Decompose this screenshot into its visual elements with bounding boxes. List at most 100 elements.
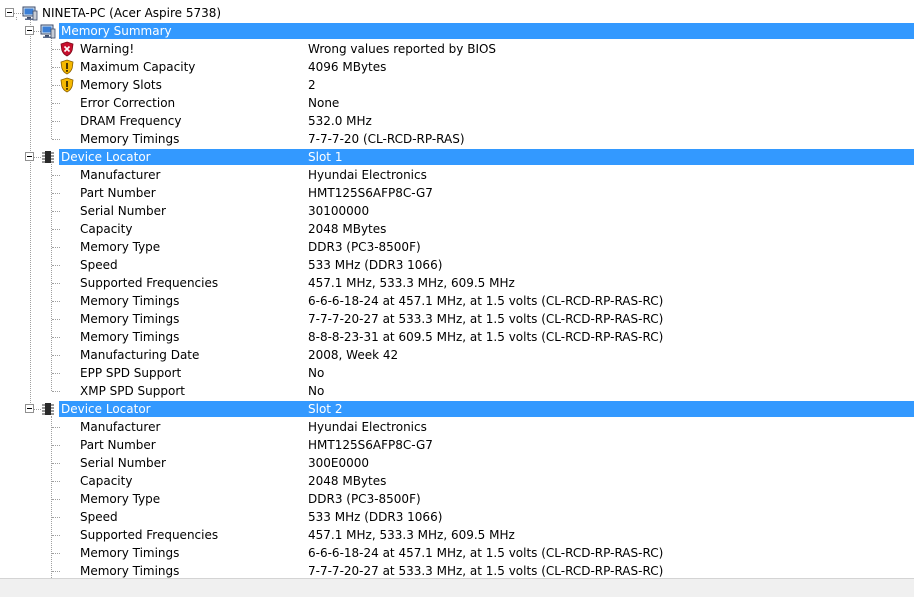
tree-line [52,193,60,194]
tree-node-root[interactable]: NINETA-PC (Acer Aspire 5738) [0,4,914,22]
item-label: Part Number [80,186,156,200]
tree-node-device-locator-slot-2[interactable]: Device Locator Slot 2 [0,400,914,418]
tree-line [52,499,60,500]
node-label: Memory Summary [61,24,172,38]
item-value: Hyundai Electronics [308,420,427,434]
tree-leaf-row[interactable]: Memory Timings 8-8-8-23-31 at 609.5 MHz, … [0,328,914,346]
tree-leaf-row[interactable]: Speed 533 MHz (DDR3 1066) [0,256,914,274]
collapse-toggle[interactable] [25,26,34,35]
tree-leaf-row[interactable]: Maximum Capacity 4096 MBytes [0,58,914,76]
tree-leaf-row[interactable]: Capacity 2048 MBytes [0,220,914,238]
tree-line [52,139,60,140]
tree-line [52,391,60,392]
item-label: Manufacturing Date [80,348,200,362]
tree-leaf-row[interactable]: Manufacturer Hyundai Electronics [0,166,914,184]
item-value: 2048 MBytes [308,474,387,488]
tree-leaf-row[interactable]: Error Correction None [0,94,914,112]
item-label: Warning! [80,42,135,56]
item-value: DDR3 (PC3-8500F) [308,240,421,254]
item-value: 300E0000 [308,456,370,470]
item-label: Supported Frequencies [80,528,219,542]
item-value: 30100000 [308,204,370,218]
warning-shield-icon [59,59,75,75]
tree-leaf-row[interactable]: Memory Timings 7-7-7-20 (CL-RCD-RP-RAS) [0,130,914,148]
tree-leaf-row[interactable]: Memory Timings 7-7-7-20-27 at 533.3 MHz, … [0,310,914,328]
item-label: EPP SPD Support [80,366,182,380]
tree-leaf-row[interactable]: Memory Slots 2 [0,76,914,94]
tree-line [52,265,60,266]
tree-leaf-row[interactable]: Manufacturer Hyundai Electronics [0,418,914,436]
tree-leaf-row[interactable]: EPP SPD Support No [0,364,914,382]
tree-leaf-row[interactable]: XMP SPD Support No [0,382,914,400]
item-label: Memory Timings [80,564,180,578]
tree-line [52,571,60,572]
item-label: Memory Type [80,492,161,506]
collapse-toggle[interactable] [25,152,34,161]
tree-node-memory-summary[interactable]: Memory Summary [0,22,914,40]
item-label: Memory Timings [80,330,180,344]
selection-highlight [59,23,914,39]
tree-leaf-row[interactable]: Supported Frequencies 457.1 MHz, 533.3 MH… [0,274,914,292]
tree-line [52,247,60,248]
node-label: Device Locator [61,402,151,416]
item-value: 2008, Week 42 [308,348,399,362]
tree-line [52,211,60,212]
selection-highlight [59,401,914,417]
tree-line [52,337,60,338]
error-shield-icon [59,41,75,57]
item-value: 6-6-6-18-24 at 457.1 MHz, at 1.5 volts (… [308,294,664,308]
tree-line [52,517,60,518]
item-label: Error Correction [80,96,176,110]
tree-leaf-row[interactable]: Manufacturing Date 2008, Week 42 [0,346,914,364]
item-label: Speed [80,510,118,524]
tree-leaf-row[interactable]: Serial Number 30100000 [0,202,914,220]
tree-leaf-row[interactable]: Memory Type DDR3 (PC3-8500F) [0,490,914,508]
tree-leaf-row[interactable]: Warning! Wrong values reported by BIOS [0,40,914,58]
node-value: Slot 1 [308,150,343,164]
item-value: 7-7-7-20 (CL-RCD-RP-RAS) [308,132,465,146]
computer-icon [22,5,38,21]
item-label: Capacity [80,474,133,488]
root-label: NINETA-PC (Acer Aspire 5738) [42,6,222,20]
tree-line [52,553,60,554]
tree-node-device-locator-slot-1[interactable]: Device Locator Slot 1 [0,148,914,166]
item-value: No [308,366,325,380]
item-label: Part Number [80,438,156,452]
collapse-toggle[interactable] [25,404,34,413]
item-value: 533 MHz (DDR3 1066) [308,258,443,272]
tree-leaf-row[interactable]: Memory Timings 7-7-7-20-27 at 533.3 MHz, … [0,562,914,578]
item-label: Memory Slots [80,78,162,92]
item-label: Capacity [80,222,133,236]
tree-leaf-row[interactable]: Part Number HMT125S6AFP8C-G7 [0,184,914,202]
tree-leaf-row[interactable]: Supported Frequencies 457.1 MHz, 533.3 MH… [0,526,914,544]
tree-leaf-row[interactable]: Serial Number 300E0000 [0,454,914,472]
item-value: 2 [308,78,316,92]
tree-leaf-row[interactable]: Capacity 2048 MBytes [0,472,914,490]
item-label: Serial Number [80,456,166,470]
tree-line [52,121,60,122]
item-value: DDR3 (PC3-8500F) [308,492,421,506]
tree-leaf-row[interactable]: DRAM Frequency 532.0 MHz [0,112,914,130]
warning-shield-icon [59,77,75,93]
tree-line [52,301,60,302]
tree-leaf-row[interactable]: Memory Type DDR3 (PC3-8500F) [0,238,914,256]
item-value: 7-7-7-20-27 at 533.3 MHz, at 1.5 volts (… [308,564,664,578]
tree-line [52,355,60,356]
tree-line [52,445,60,446]
tree-line [52,427,60,428]
tree-leaf-row[interactable]: Memory Timings 6-6-6-18-24 at 457.1 MHz, … [0,292,914,310]
item-value: 7-7-7-20-27 at 533.3 MHz, at 1.5 volts (… [308,312,664,326]
tree-leaf-row[interactable]: Part Number HMT125S6AFP8C-G7 [0,436,914,454]
tree-leaf-row[interactable]: Memory Timings 6-6-6-18-24 at 457.1 MHz, … [0,544,914,562]
tree-line [52,319,60,320]
item-value: 6-6-6-18-24 at 457.1 MHz, at 1.5 volts (… [308,546,664,560]
item-value: 457.1 MHz, 533.3 MHz, 609.5 MHz [308,528,515,542]
memory-tree-view[interactable]: NINETA-PC (Acer Aspire 5738) Memory Summ… [0,0,914,578]
item-value: Hyundai Electronics [308,168,427,182]
item-label: Speed [80,258,118,272]
tree-leaf-row[interactable]: Speed 533 MHz (DDR3 1066) [0,508,914,526]
collapse-toggle[interactable] [5,8,14,17]
item-value: HMT125S6AFP8C-G7 [308,438,433,452]
item-value: 4096 MBytes [308,60,387,74]
item-value: 457.1 MHz, 533.3 MHz, 609.5 MHz [308,276,515,290]
